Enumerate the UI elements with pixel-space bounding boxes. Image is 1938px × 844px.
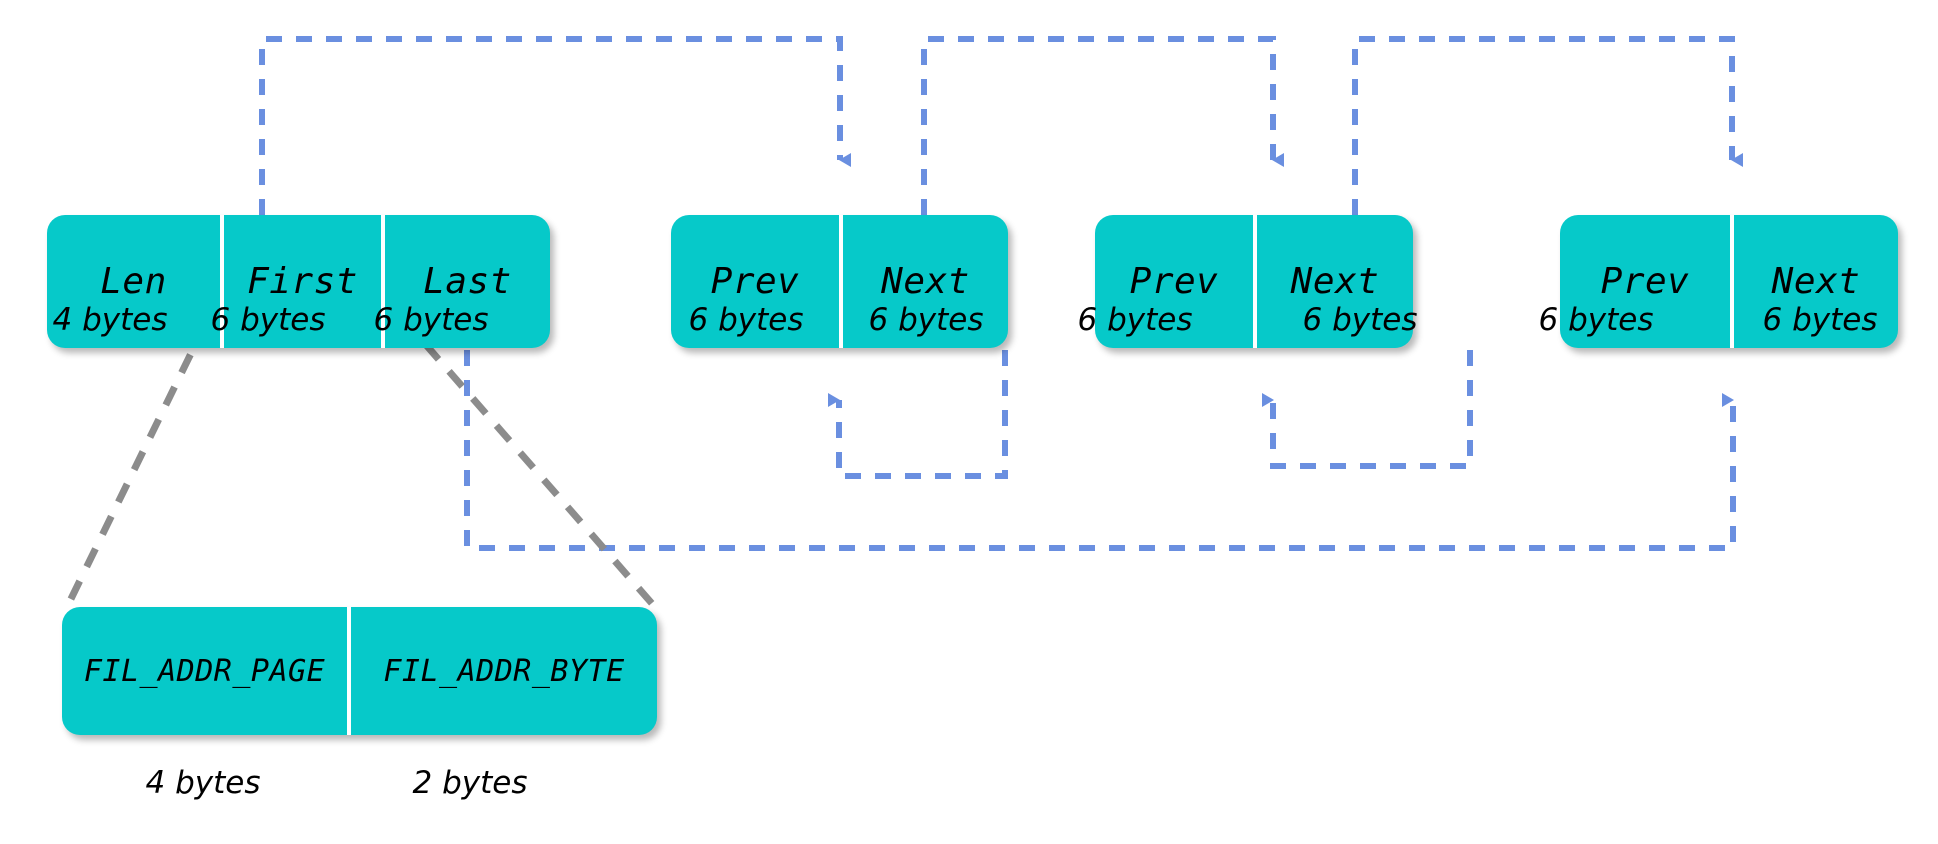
fil-addr-node: FIL_ADDR_PAGE FIL_ADDR_BYTE xyxy=(62,607,657,735)
node2-size-prev: 6 bytes xyxy=(1077,302,1193,338)
node1-size-prev: 6 bytes xyxy=(688,302,804,338)
addr-cell-byte: FIL_ADDR_BYTE xyxy=(347,607,657,735)
edge-node2-next-to-node3 xyxy=(1352,36,1743,215)
node2-size-next: 6 bytes xyxy=(1302,302,1418,338)
edge-node2-prev-to-node1 xyxy=(828,350,1008,479)
addr-cell-page: FIL_ADDR_PAGE xyxy=(83,653,326,689)
addr-size-page: 4 bytes xyxy=(145,765,261,801)
diagram-canvas: Len First Last 4 bytes 6 bytes 6 bytes P… xyxy=(0,0,1938,844)
node3-size-prev: 6 bytes xyxy=(1538,302,1654,338)
base-size-len: 4 bytes xyxy=(52,302,168,338)
addr-size-byte: 2 bytes xyxy=(412,765,528,801)
edge-first-to-node1 xyxy=(259,36,851,215)
node1-size-next: 6 bytes xyxy=(868,302,984,338)
edge-node1-next-to-node2 xyxy=(921,36,1284,215)
base-size-first: 6 bytes xyxy=(210,302,326,338)
base-size-last: 6 bytes xyxy=(373,302,489,338)
edge-node3-prev-to-node2 xyxy=(1262,350,1473,469)
node3-size-next: 6 bytes xyxy=(1762,302,1878,338)
